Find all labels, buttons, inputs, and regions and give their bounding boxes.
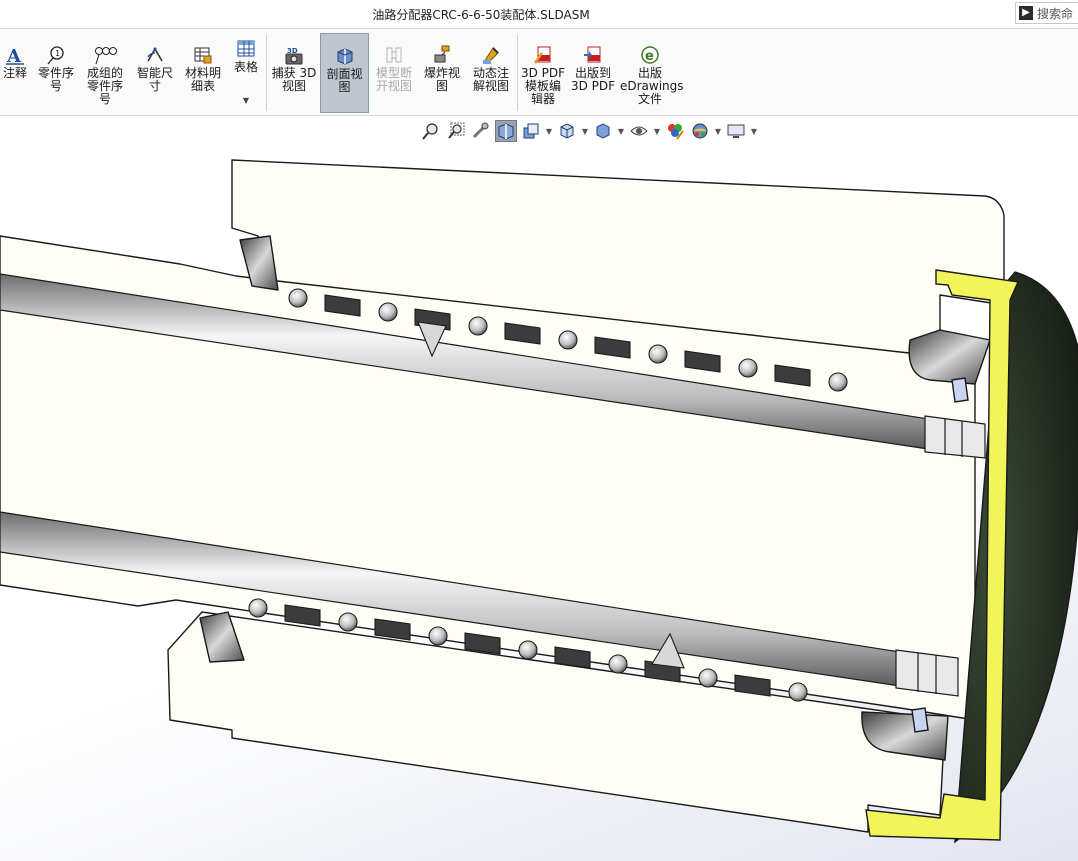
window-title: 油路分配器CRC-6-6-50装配体.SLDASM	[372, 8, 590, 22]
svg-text:e: e	[645, 49, 654, 64]
svg-text:A: A	[6, 46, 22, 65]
ribbon-separator	[266, 35, 267, 111]
command-search-box[interactable]: ▶ 搜索命	[1015, 2, 1078, 24]
svg-text:1: 1	[55, 49, 60, 58]
search-prompt-icon: ▶	[1019, 6, 1033, 20]
annotation-button[interactable]: A 注释	[0, 33, 30, 113]
pdf-template-icon	[533, 46, 551, 64]
graphics-area[interactable]: ▼ ▼ ▼ ▼ ▼ ▼	[0, 116, 1078, 861]
smart-dimension-button[interactable]: 智能尺 寸	[132, 33, 178, 113]
title-bar: 油路分配器CRC-6-6-50装配体.SLDASM ▶ 搜索命	[0, 0, 1078, 29]
housing-section	[0, 159, 1005, 833]
camera-3d-icon: 3D	[285, 47, 303, 65]
section-view-button[interactable]: 剖面视 图	[320, 33, 369, 113]
table-icon	[237, 40, 255, 57]
search-label: 搜索命	[1037, 6, 1074, 21]
publish-edrawings-button[interactable]: e 出版 eDrawings 文件	[620, 33, 684, 113]
dynamic-annotation-view-button[interactable]: 动态注 解视图	[467, 33, 515, 113]
assembly-section-model[interactable]	[0, 116, 1078, 861]
bom-icon	[194, 47, 212, 64]
section-view-icon	[337, 48, 352, 65]
publish-3d-pdf-button[interactable]: 出版到 3D PDF	[570, 33, 616, 113]
edrawings-icon: e	[641, 46, 659, 64]
command-manager-ribbon: A 注释 1 零件序 号 成组的 零件序 号 智能尺 寸 材料明 细表 表格 ▼…	[0, 29, 1078, 116]
model-break-view-button[interactable]: 模型断 开视图	[371, 33, 417, 113]
stacked-balloon-icon	[95, 47, 117, 65]
capture-3d-view-button[interactable]: 3D 捕获 3D 视图	[270, 33, 318, 113]
balloon-icon: 1	[47, 46, 64, 65]
stacked-balloon-button[interactable]: 成组的 零件序 号	[82, 33, 128, 113]
exploded-view-button[interactable]: 爆炸视 图	[419, 33, 465, 113]
ribbon-separator	[517, 35, 518, 111]
bom-button[interactable]: 材料明 细表	[180, 33, 226, 113]
table-dropdown-caret-icon[interactable]: ▼	[228, 94, 264, 107]
break-view-icon	[386, 47, 402, 63]
exploded-view-icon	[434, 45, 450, 63]
dynamic-annotation-icon	[483, 47, 499, 64]
publish-pdf-icon	[584, 46, 601, 63]
table-button[interactable]: 表格 ▼	[228, 33, 264, 113]
pdf-template-editor-button[interactable]: 3D PDF 模板编 辑器	[520, 33, 566, 113]
smart-dimension-icon	[147, 47, 163, 62]
annotation-icon: A	[6, 46, 24, 65]
balloon-button[interactable]: 1 零件序 号	[34, 33, 78, 113]
